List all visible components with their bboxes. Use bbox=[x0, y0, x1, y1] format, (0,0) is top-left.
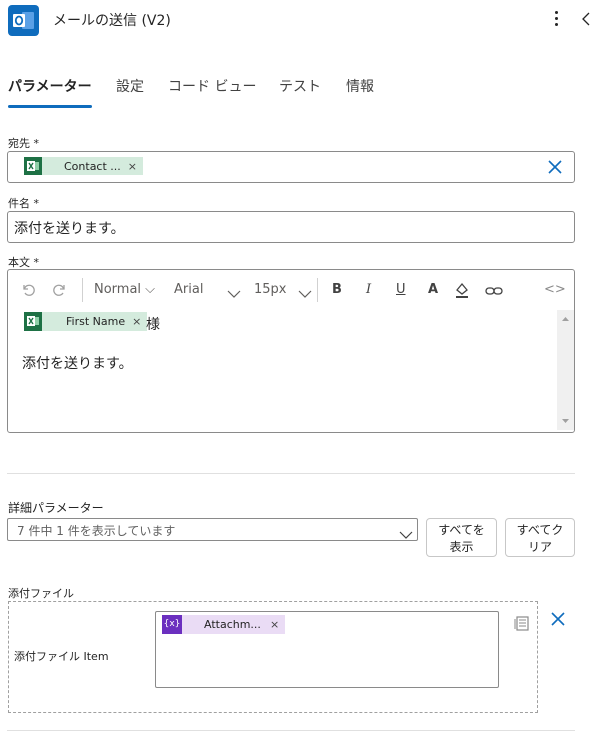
toolbar-separator bbox=[317, 278, 318, 302]
attachments-label: 添付ファイル bbox=[8, 587, 74, 600]
size-select[interactable]: 15px bbox=[254, 282, 287, 297]
action-title: メールの送信 (V2) bbox=[53, 13, 171, 29]
attachment-item-input[interactable]: {x} Attachm... × bbox=[155, 611, 499, 688]
subject-label: 件名 * bbox=[8, 197, 39, 210]
subject-value: 添付を送ります。 bbox=[14, 221, 125, 237]
tab-settings[interactable]: 設定 bbox=[116, 76, 144, 96]
clear-all-button[interactable]: すべてク リア bbox=[505, 518, 575, 557]
first-name-token[interactable]: First Name × bbox=[24, 312, 148, 331]
bottom-divider bbox=[7, 730, 575, 731]
tab-code-view[interactable]: コード ビュー bbox=[168, 76, 256, 96]
excel-icon bbox=[24, 157, 42, 175]
font-select[interactable]: Arial bbox=[174, 282, 203, 297]
tab-test[interactable]: テスト bbox=[279, 76, 321, 96]
link-icon[interactable] bbox=[485, 283, 503, 302]
collapse-panel-icon[interactable] bbox=[580, 9, 591, 29]
editor-scrollbar[interactable] bbox=[557, 310, 574, 430]
toolbar-separator bbox=[82, 278, 83, 302]
attachment-item-label: 添付ファイル Item bbox=[14, 650, 109, 663]
clear-to-icon[interactable] bbox=[547, 159, 563, 175]
attachment-token[interactable]: {x} Attachm... × bbox=[162, 615, 286, 634]
highlight-icon[interactable] bbox=[454, 281, 470, 303]
to-field[interactable]: Contact ... × bbox=[7, 151, 575, 183]
contact-token-label: Contact ... bbox=[64, 159, 121, 173]
italic-button[interactable]: I bbox=[366, 282, 371, 297]
size-chevron-down-icon[interactable] bbox=[298, 284, 312, 303]
attachment-token-remove[interactable]: × bbox=[270, 618, 279, 631]
outlook-icon bbox=[8, 5, 39, 36]
redo-icon[interactable] bbox=[52, 281, 68, 301]
more-options-icon[interactable] bbox=[548, 8, 566, 30]
active-tab-indicator bbox=[8, 105, 92, 108]
font-chevron-down-icon[interactable] bbox=[227, 284, 241, 303]
to-label: 宛先 * bbox=[8, 137, 39, 150]
tab-parameters[interactable]: パラメーター bbox=[8, 76, 92, 96]
contact-token[interactable]: Contact ... × bbox=[24, 157, 144, 175]
first-name-token-remove[interactable]: × bbox=[132, 315, 141, 328]
body-editor[interactable]: Normal ⌵ Arial 15px B I U A <> First Nam… bbox=[7, 269, 575, 433]
section-divider bbox=[7, 473, 575, 474]
first-name-token-label: First Name bbox=[66, 315, 126, 328]
advanced-params-select-value: 7 件中 1 件を表示しています bbox=[17, 524, 176, 538]
attachment-token-label: Attachm... bbox=[204, 618, 261, 631]
show-all-button[interactable]: すべてを 表示 bbox=[426, 518, 497, 557]
attachment-item-group: 添付ファイル Item {x} Attachm... × bbox=[8, 601, 538, 713]
header: メールの送信 (V2) bbox=[0, 0, 591, 40]
subject-field[interactable]: 添付を送ります。 bbox=[7, 211, 575, 243]
body-text: 添付を送ります。 bbox=[22, 356, 133, 372]
format-select[interactable]: Normal ⌵ bbox=[94, 282, 155, 297]
editor-toolbar: Normal ⌵ Arial 15px B I U A <> bbox=[8, 270, 574, 310]
contact-token-remove[interactable]: × bbox=[128, 160, 137, 173]
remove-attachment-icon[interactable] bbox=[550, 611, 566, 627]
excel-icon bbox=[24, 312, 42, 331]
honorific-text: 様 bbox=[146, 317, 160, 333]
underline-button[interactable]: U bbox=[396, 282, 406, 297]
font-color-button[interactable]: A bbox=[428, 282, 438, 297]
advanced-params-label: 詳細パラメーター bbox=[8, 501, 104, 515]
variable-icon: {x} bbox=[162, 615, 182, 634]
code-view-button[interactable]: <> bbox=[544, 282, 566, 297]
chevron-down-icon bbox=[399, 525, 413, 544]
bold-button[interactable]: B bbox=[332, 282, 342, 297]
advanced-params-select[interactable]: 7 件中 1 件を表示しています bbox=[7, 518, 418, 541]
undo-icon[interactable] bbox=[20, 281, 36, 301]
body-label: 本文 * bbox=[8, 256, 39, 269]
switch-to-array-icon[interactable] bbox=[513, 614, 531, 636]
tab-info[interactable]: 情報 bbox=[346, 76, 374, 96]
